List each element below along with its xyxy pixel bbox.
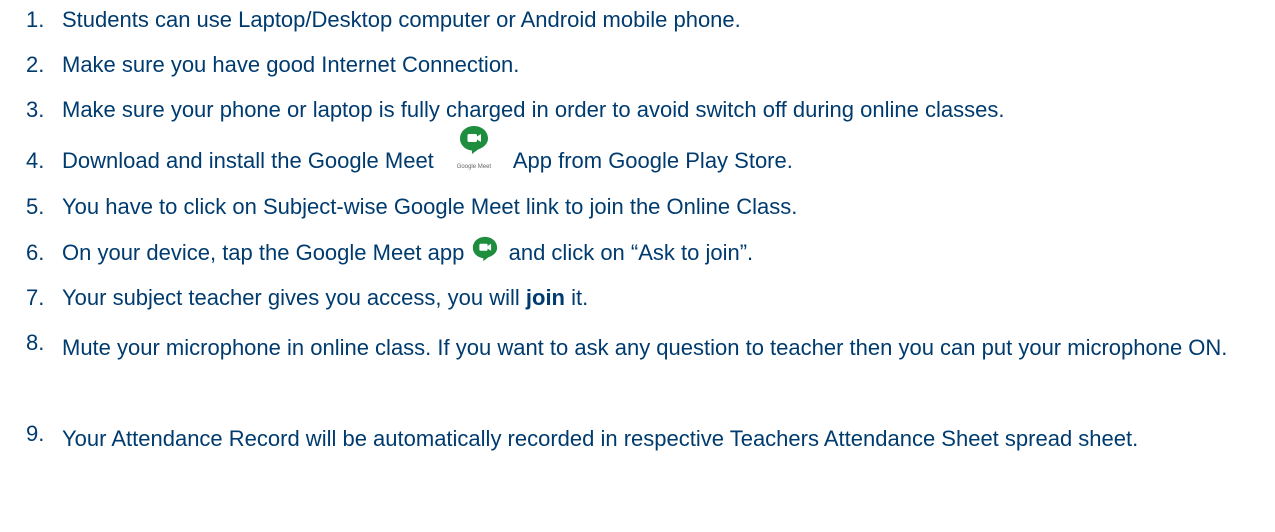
item-number: 1.	[26, 7, 45, 32]
item-text: Make sure you have good Internet Connect…	[62, 52, 520, 77]
item-number: 4.	[26, 148, 45, 173]
item-number: 6.	[26, 240, 45, 265]
item-text-after: App from Google Play Store.	[512, 148, 793, 173]
item-text-after: and click on “Ask to join”.	[508, 240, 754, 265]
item-text-before: On your device, tap the Google Meet app	[62, 240, 465, 265]
item-text: Your Attendance Record will be automatic…	[62, 426, 1139, 451]
google-meet-app-icon	[473, 236, 498, 262]
item-number: 8.	[26, 330, 45, 355]
item-text: You have to click on Subject-wise Google…	[62, 194, 798, 219]
google-meet-logo-icon: Google Meet	[446, 126, 502, 179]
item-text: Mute your microphone in online class. If…	[62, 335, 1228, 360]
item-text-after: it.	[571, 285, 589, 310]
item-text: Students can use Laptop/Desktop computer…	[62, 7, 741, 32]
item-text-bold: join	[525, 285, 565, 310]
item-number: 5.	[26, 194, 45, 219]
item-text-before: Download and install the Google Meet	[62, 148, 434, 173]
item-number: 3.	[26, 97, 45, 122]
item-number: 2.	[26, 52, 45, 77]
item-text-before: Your subject teacher gives you access, y…	[62, 285, 520, 310]
logo-caption: Google Meet	[456, 164, 492, 170]
item-number: 7.	[26, 285, 45, 310]
item-text: Make sure your phone or laptop is fully …	[62, 97, 1005, 122]
instruction-list: 1. Students can use Laptop/Desktop compu…	[0, 0, 1275, 532]
item-number: 9.	[26, 421, 45, 446]
